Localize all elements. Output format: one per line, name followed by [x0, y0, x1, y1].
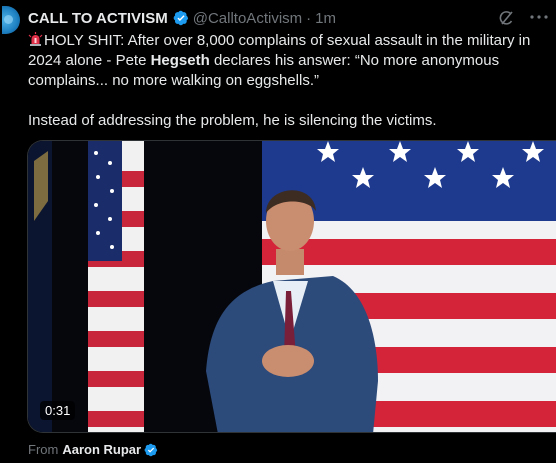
rotating-light-icon: [28, 32, 43, 47]
attribution-prefix: From: [28, 442, 59, 457]
author-avatar[interactable]: [2, 6, 20, 34]
tweet-text-highlight[interactable]: Hegseth: [151, 52, 210, 69]
video-frame: [28, 141, 556, 432]
video-duration: 0:31: [40, 401, 76, 420]
author-handle[interactable]: @CalltoActivism: [193, 10, 302, 27]
author-name[interactable]: CALL TO ACTIVISM: [28, 10, 168, 27]
grok-icon[interactable]: [497, 9, 517, 27]
separator: ·: [306, 9, 312, 27]
tweet-text: HOLY SHIT: After over 8,000 complains of…: [28, 31, 548, 131]
verified-badge-icon[interactable]: [173, 10, 189, 26]
tweet-text-paragraph-1: HOLY SHIT: After over 8,000 complains of…: [28, 31, 548, 91]
attribution-name[interactable]: Aaron Rupar: [62, 442, 141, 457]
video-attribution: From Aaron Rupar: [28, 442, 162, 457]
tweet-header: CALL TO ACTIVISM @CalltoActivism · 1m: [28, 9, 336, 27]
more-options-icon[interactable]: [528, 7, 550, 27]
tweet-text-paragraph-2: Instead of addressing the problem, he is…: [28, 112, 437, 129]
tweet-timestamp[interactable]: 1m: [315, 10, 336, 27]
verified-badge-icon: [144, 443, 158, 457]
video-player[interactable]: 0:31: [27, 140, 556, 433]
